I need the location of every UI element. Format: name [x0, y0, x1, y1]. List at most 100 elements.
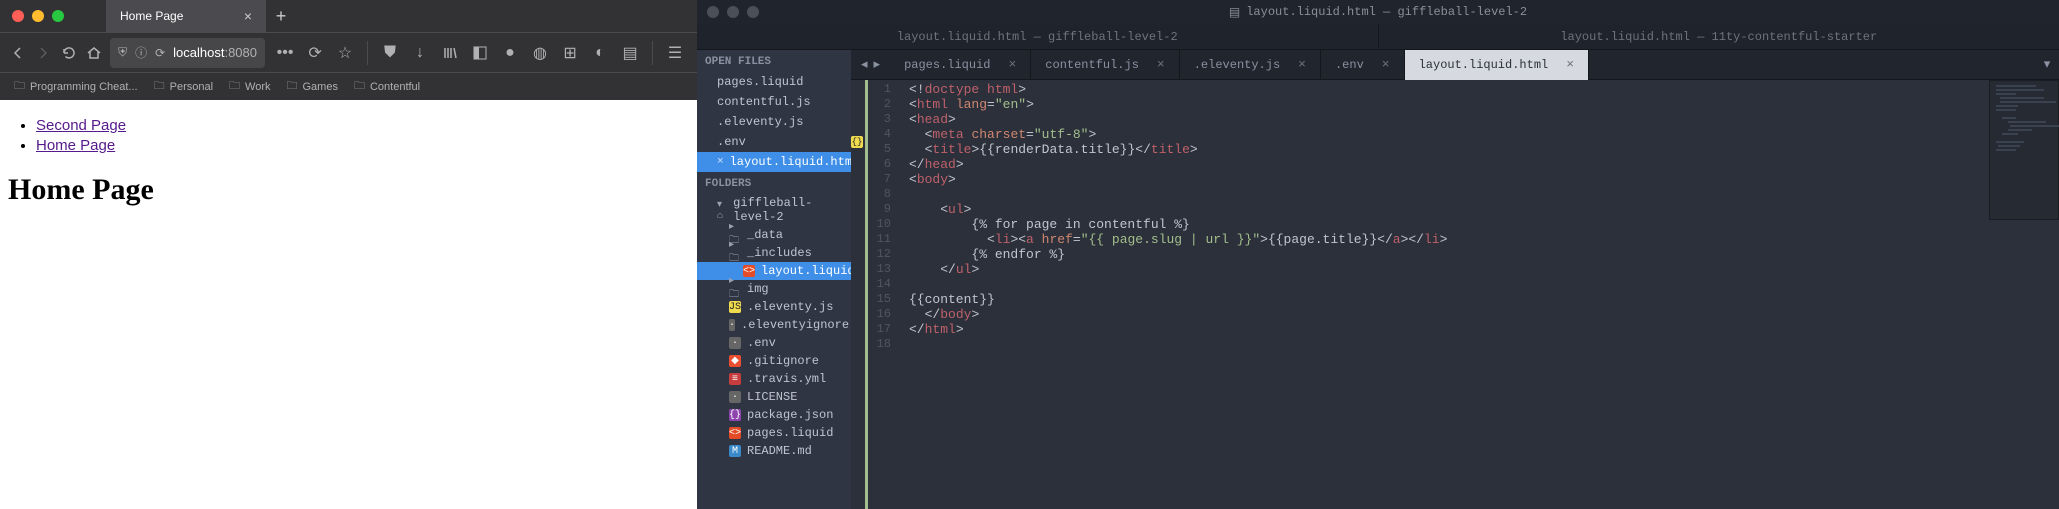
titlebar: Home Page × +: [0, 0, 697, 32]
code-fold-icon[interactable]: {}: [851, 136, 863, 148]
window-minimize-icon[interactable]: [32, 10, 44, 22]
url-bar[interactable]: ⛨ ⓘ ⟳ localhost:8080: [110, 38, 265, 68]
tree-root[interactable]: ▾ ⌂ giffleball-level-2: [697, 194, 851, 226]
open-file-item[interactable]: pages.liquid: [697, 72, 851, 92]
tree-label: .eleventy.js: [747, 300, 833, 314]
star-icon[interactable]: ☆: [331, 39, 359, 67]
download-icon[interactable]: ↓: [406, 39, 434, 67]
ext-icon-1[interactable]: ●: [496, 39, 524, 67]
tree-file[interactable]: ·.eleventyignore: [697, 316, 851, 334]
forward-button[interactable]: [34, 39, 54, 67]
bookmark-folder[interactable]: 🗀Games: [281, 76, 344, 98]
home-button[interactable]: [85, 39, 105, 67]
tree-file[interactable]: ≡.travis.yml: [697, 370, 851, 388]
sidebar-icon[interactable]: [466, 39, 494, 67]
window-zoom-icon[interactable]: [52, 10, 64, 22]
tree-label: _includes: [747, 246, 812, 260]
folder-icon: ▸ 🗀: [729, 283, 741, 295]
back-button[interactable]: [8, 39, 28, 67]
open-file-item[interactable]: .eleventy.js: [697, 112, 851, 132]
file-tab[interactable]: .env×: [1321, 50, 1405, 80]
link-list: Second Page Home Page: [36, 116, 689, 155]
open-file-label: contentful.js: [717, 95, 811, 109]
tree-file[interactable]: ◆ .gitignore: [697, 352, 851, 370]
project-tab[interactable]: layout.liquid.html — 11ty-contentful-sta…: [1378, 24, 2059, 49]
tab-prev-icon[interactable]: ◂: [861, 57, 868, 72]
folder-icon: ▸ 🗀: [729, 247, 741, 259]
page-link[interactable]: Second Page: [36, 117, 126, 134]
tree-folder[interactable]: ▸ 🗀 _includes: [697, 244, 851, 262]
close-icon[interactable]: ×: [717, 156, 724, 168]
tree-label: _data: [747, 228, 783, 242]
file-tab-bar: ◂ ▸ pages.liquid×contentful.js×.eleventy…: [851, 50, 2059, 80]
list-item: Second Page: [36, 116, 689, 136]
open-file-item[interactable]: contentful.js: [697, 92, 851, 112]
info-icon[interactable]: ⓘ: [135, 44, 147, 61]
close-icon[interactable]: ×: [244, 8, 252, 24]
tree-file[interactable]: ·.env: [697, 334, 851, 352]
open-file-label: .env: [717, 135, 746, 149]
file-icon: ≡: [729, 373, 741, 385]
bookmark-folder[interactable]: 🗀Personal: [148, 76, 219, 98]
bookmark-folder[interactable]: 🗀Work: [223, 76, 276, 98]
minimap[interactable]: [1989, 80, 2059, 220]
line-gutter: 123456789101112131415161718: [865, 80, 899, 509]
tree-file[interactable]: · LICENSE: [697, 388, 851, 406]
separator: [652, 41, 653, 65]
tree-label: .eleventyignore: [741, 318, 849, 332]
browser-toolbar: ⛨ ⓘ ⟳ localhost:8080 ••• ⟳ ☆ ⛊ ↓ ● ◍ ⊞: [0, 32, 697, 72]
open-file-item[interactable]: .env: [697, 132, 851, 152]
ext-icon-3[interactable]: ⊞: [556, 39, 584, 67]
page-link[interactable]: Home Page: [36, 137, 115, 154]
file-tab[interactable]: contentful.js×: [1031, 50, 1179, 80]
refresh-icon[interactable]: ⟳: [301, 39, 329, 67]
open-file-item[interactable]: ×layout.liquid.html: [697, 152, 851, 172]
reload-button[interactable]: [59, 39, 79, 67]
ext-icon-4[interactable]: ◐: [586, 39, 614, 67]
library-icon[interactable]: [436, 39, 464, 67]
file-icon: M: [729, 445, 741, 457]
tree-label: .env: [747, 336, 776, 350]
close-icon[interactable]: ×: [1008, 57, 1016, 72]
code-editor[interactable]: {} 123456789101112131415161718 <!doctype…: [851, 80, 2059, 509]
ublock-icon[interactable]: ⛊: [376, 39, 404, 67]
new-tab-button[interactable]: +: [266, 0, 296, 32]
window-close-icon[interactable]: [707, 6, 719, 18]
tree-folder[interactable]: ▸ 🗀_data: [697, 226, 851, 244]
file-tab[interactable]: pages.liquid×: [890, 50, 1031, 80]
hamburger-menu-icon[interactable]: ☰: [661, 39, 689, 67]
tab-overflow-icon[interactable]: ▾: [2035, 57, 2059, 72]
ext-icon-2[interactable]: ◍: [526, 39, 554, 67]
project-tab[interactable]: layout.liquid.html — giffleball-level-2: [697, 24, 1378, 49]
file-icon: ·: [729, 391, 741, 403]
window-zoom-icon[interactable]: [747, 6, 759, 18]
tree-folder[interactable]: ▸ 🗀img: [697, 280, 851, 298]
tree-file[interactable]: <>layout.liquid.html: [697, 262, 851, 280]
bookmark-label: Games: [303, 81, 338, 93]
meatball-menu-icon[interactable]: •••: [271, 39, 299, 67]
close-icon[interactable]: ×: [1566, 57, 1574, 72]
bookmark-folder[interactable]: 🗀Contentful: [348, 76, 426, 98]
tree-file[interactable]: M README.md: [697, 442, 851, 460]
file-tab[interactable]: .eleventy.js×: [1180, 50, 1321, 80]
tab-next-icon[interactable]: ▸: [874, 57, 881, 72]
open-file-label: pages.liquid: [717, 75, 803, 89]
tree-file[interactable]: {}package.json: [697, 406, 851, 424]
window-minimize-icon[interactable]: [727, 6, 739, 18]
code-text[interactable]: <!doctype html><html lang="en"><head> <m…: [899, 80, 2059, 509]
bookmark-folder[interactable]: 🗀Programming Cheat...: [8, 76, 144, 98]
tree-file[interactable]: JS.eleventy.js: [697, 298, 851, 316]
close-icon[interactable]: ×: [1157, 57, 1165, 72]
bookmark-label: Contentful: [370, 81, 420, 93]
tree-label: README.md: [747, 444, 812, 458]
close-icon[interactable]: ×: [1298, 57, 1306, 72]
file-tab[interactable]: layout.liquid.html×: [1405, 50, 1589, 80]
ext-icon-5[interactable]: ▤: [616, 39, 644, 67]
browser-tab[interactable]: Home Page ×: [106, 0, 266, 32]
tree-label: .gitignore: [747, 354, 819, 368]
file-icon: ◆: [729, 355, 741, 367]
window-close-icon[interactable]: [12, 10, 24, 22]
tree-file[interactable]: <>pages.liquid: [697, 424, 851, 442]
tree-label: LICENSE: [747, 390, 797, 404]
close-icon[interactable]: ×: [1382, 57, 1390, 72]
